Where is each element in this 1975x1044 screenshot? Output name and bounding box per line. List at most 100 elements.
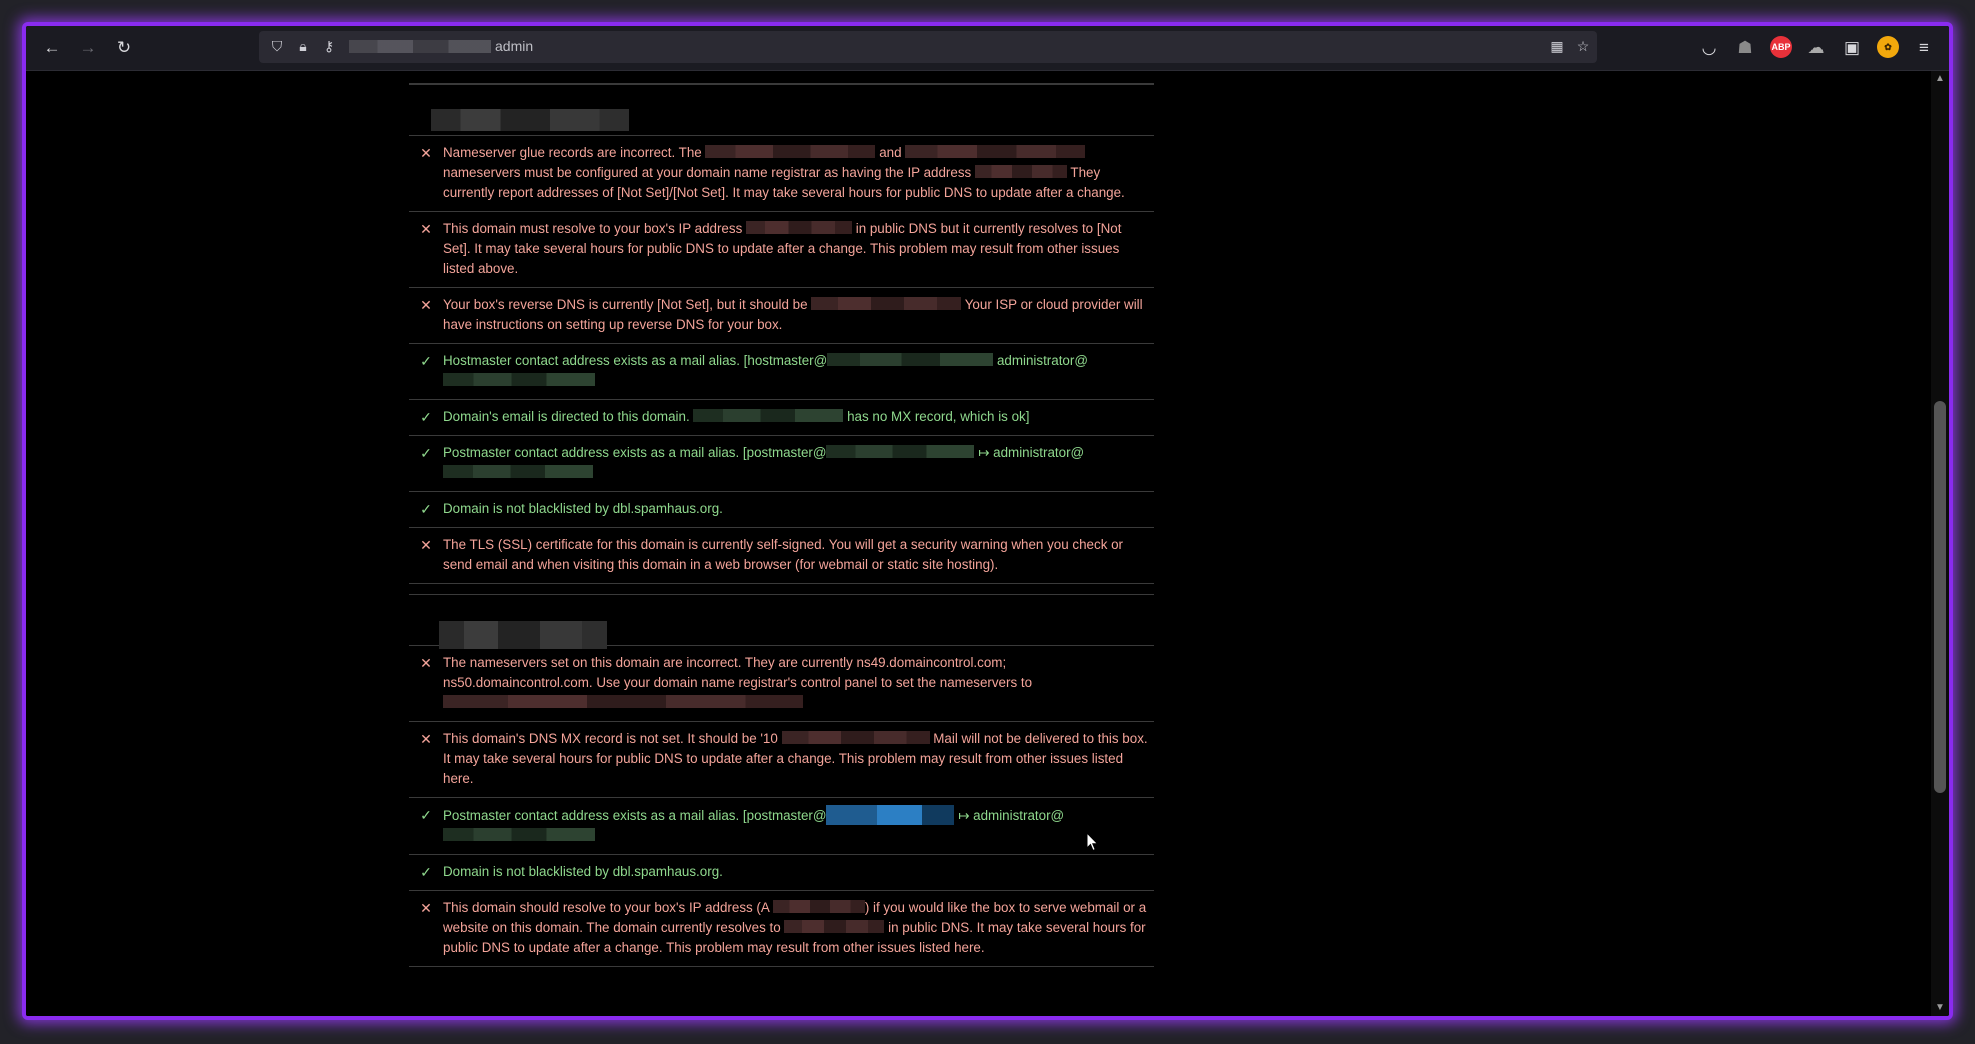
- redacted-text: [826, 445, 975, 458]
- message-text: nameservers must be configured at your d…: [443, 165, 975, 180]
- scrollbar-thumb[interactable]: [1934, 401, 1946, 793]
- check-message: The TLS (SSL) certificate for this domai…: [443, 535, 1154, 575]
- check-icon: ✓: [420, 353, 432, 369]
- check-row: ✓ Postmaster contact address exists as a …: [409, 435, 1154, 491]
- message-text: This domain should resolve to your box's…: [443, 900, 773, 915]
- scroll-up-icon[interactable]: ▲: [1931, 71, 1949, 87]
- cross-icon: ✕: [420, 145, 432, 161]
- extension-ghost-icon[interactable]: ☗: [1733, 36, 1757, 60]
- status-checks: ✕ Nameserver glue records are incorrect. …: [409, 71, 1154, 967]
- check-message: Postmaster contact address exists as a m…: [443, 443, 1154, 483]
- check-message: Domain is not blacklisted by dbl.spamhau…: [443, 862, 1154, 882]
- redacted-text: [827, 353, 994, 366]
- check-icon: ✓: [420, 409, 432, 425]
- lock-icon[interactable]: 🔒︎: [293, 36, 313, 56]
- check-icon: ✓: [420, 501, 432, 517]
- message-text: Your box's reverse DNS is currently [Not…: [443, 297, 812, 312]
- section-heading-2: [409, 594, 1154, 649]
- check-row: ✕ The TLS (SSL) certificate for this doma…: [409, 527, 1154, 583]
- cross-icon: ✕: [420, 731, 432, 747]
- check-icon: ✓: [420, 864, 432, 880]
- url-redacted: [349, 40, 491, 53]
- divider: [409, 966, 1154, 967]
- redacted-text: [781, 731, 930, 744]
- abp-icon[interactable]: ABP: [1770, 36, 1792, 58]
- mouse-cursor-icon: [1086, 832, 1099, 852]
- message-text: This domain's DNS MX record is not set. …: [443, 731, 782, 746]
- check-list-1: ✕ Nameserver glue records are incorrect. …: [409, 135, 1154, 584]
- message-text: administrator@: [993, 353, 1088, 368]
- check-row: ✓ Domain's email is directed to this doma…: [409, 399, 1154, 435]
- redacted-text[interactable]: [826, 805, 955, 825]
- redacted-heading: [431, 109, 629, 131]
- message-text: Domain is not blacklisted by dbl.spamhau…: [443, 501, 723, 516]
- key-icon[interactable]: ⚷: [319, 36, 339, 56]
- cloud-icon[interactable]: ☁: [1804, 36, 1828, 60]
- section-heading-1: [409, 84, 1154, 135]
- check-row: ✕ Your box's reverse DNS is currently [No…: [409, 287, 1154, 343]
- redacted-text: [784, 920, 885, 933]
- check-row: ✓ Hostmaster contact address exists as a …: [409, 343, 1154, 399]
- browser-toolbar: ← → ↻ ⛉ 🔒︎ ⚷ admin ▦ ☆ ◡ ☗ ABP ☁ ▣ ✿ ≡: [26, 26, 1949, 71]
- star-icon[interactable]: ☆: [1573, 36, 1593, 56]
- scroll-down-icon[interactable]: ▼: [1931, 1000, 1949, 1016]
- redacted-text: [693, 409, 844, 422]
- arrow-left-icon[interactable]: ←: [40, 36, 64, 60]
- puzzle-icon[interactable]: ▣: [1840, 36, 1864, 60]
- message-text: Hostmaster contact address exists as a m…: [443, 353, 828, 368]
- url-text: admin: [495, 38, 534, 54]
- message-text: The TLS (SSL) certificate for this domai…: [443, 537, 1124, 572]
- check-row: ✕ Nameserver glue records are incorrect. …: [409, 135, 1154, 211]
- message-text: This domain must resolve to your box's I…: [443, 221, 746, 236]
- check-message: Domain's email is directed to this domai…: [443, 407, 1154, 427]
- message-text: has no MX record, which is ok]: [843, 409, 1030, 424]
- message-text: ↦ administrator@: [954, 808, 1065, 823]
- check-row: ✕ The nameservers set on this domain are …: [409, 645, 1154, 721]
- redacted-text: [811, 297, 962, 310]
- check-message: Your box's reverse DNS is currently [Not…: [443, 295, 1154, 335]
- redacted-text: [772, 900, 865, 913]
- reload-icon[interactable]: ↻: [112, 36, 136, 60]
- check-icon: ✓: [420, 445, 432, 461]
- browser-window: ← → ↻ ⛉ 🔒︎ ⚷ admin ▦ ☆ ◡ ☗ ABP ☁ ▣ ✿ ≡ ✕…: [22, 22, 1953, 1020]
- check-row: ✓ Domain is not blacklisted by dbl.spamha…: [409, 854, 1154, 890]
- redacted-text: [705, 145, 876, 158]
- scrollbar[interactable]: ▲ ▼: [1931, 71, 1949, 1016]
- message-text: Domain is not blacklisted by dbl.spamhau…: [443, 864, 723, 879]
- check-row: ✓ Domain is not blacklisted by dbl.spamha…: [409, 491, 1154, 527]
- check-message: Nameserver glue records are incorrect. T…: [443, 143, 1154, 203]
- message-text: Postmaster contact address exists as a m…: [443, 808, 827, 823]
- redacted-text: [746, 221, 852, 234]
- qr-code-icon[interactable]: ▦: [1547, 36, 1567, 56]
- message-text: Nameserver glue records are incorrect. T…: [443, 145, 706, 160]
- check-list-2: ✕ The nameservers set on this domain are …: [409, 645, 1154, 967]
- pocket-icon[interactable]: ◡: [1697, 36, 1721, 60]
- check-message: This domain must resolve to your box's I…: [443, 219, 1154, 279]
- check-message: Hostmaster contact address exists as a m…: [443, 351, 1154, 391]
- redacted-heading: [439, 621, 607, 649]
- cross-icon: ✕: [420, 655, 432, 671]
- check-message: Postmaster contact address exists as a m…: [443, 805, 1154, 846]
- check-row: ✕ This domain should resolve to your box'…: [409, 890, 1154, 966]
- check-row: ✕ This domain must resolve to your box's …: [409, 211, 1154, 287]
- arrow-right-icon[interactable]: →: [76, 36, 100, 60]
- fox-icon[interactable]: ✿: [1877, 36, 1899, 58]
- redacted-text: [443, 373, 595, 386]
- cross-icon: ✕: [420, 537, 432, 553]
- url-bar[interactable]: ⛉ 🔒︎ ⚷ admin ▦ ☆: [259, 31, 1597, 63]
- message-text: Domain's email is directed to this domai…: [443, 409, 694, 424]
- redacted-text: [443, 828, 595, 841]
- hamburger-menu-icon[interactable]: ≡: [1912, 36, 1936, 60]
- shield-icon[interactable]: ⛉: [267, 36, 287, 56]
- redacted-text: [443, 695, 803, 708]
- check-row: ✕ This domain's DNS MX record is not set.…: [409, 721, 1154, 797]
- check-row: ✓ Postmaster contact address exists as a …: [409, 797, 1154, 854]
- message-text: ↦ administrator@: [974, 445, 1085, 460]
- check-message: Domain is not blacklisted by dbl.spamhau…: [443, 499, 1154, 519]
- message-text: and: [875, 145, 906, 160]
- redacted-text: [974, 165, 1067, 178]
- cross-icon: ✕: [420, 297, 432, 313]
- cross-icon: ✕: [420, 221, 432, 237]
- check-message: The nameservers set on this domain are i…: [443, 653, 1154, 713]
- check-message: This domain should resolve to your box's…: [443, 898, 1154, 958]
